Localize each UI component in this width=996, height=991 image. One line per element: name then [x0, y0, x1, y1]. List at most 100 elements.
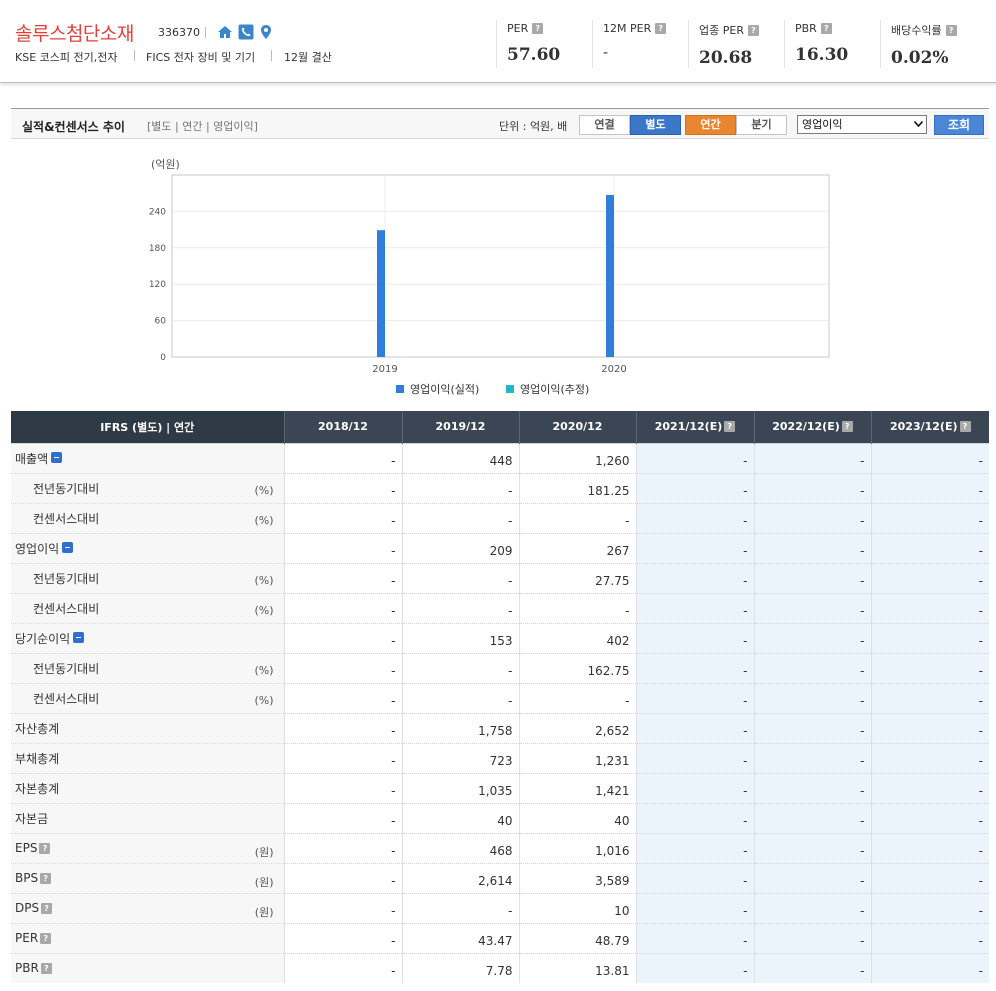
help-icon[interactable]: ? — [959, 421, 971, 433]
row-unit: (%) — [254, 663, 274, 677]
table-cell: - — [635, 592, 754, 623]
table-cell: - — [635, 652, 754, 683]
table-cell: - — [753, 802, 871, 833]
table-cell: - — [870, 772, 989, 803]
help-icon[interactable]: ? — [747, 24, 759, 36]
row-label: PER — [15, 931, 39, 945]
table-cell: 153 — [401, 622, 519, 653]
help-icon[interactable]: ? — [39, 843, 51, 854]
table-row: 영업이익 -209 267- - - — [11, 532, 989, 563]
chevron-down-icon — [914, 121, 923, 127]
table-cell: - — [870, 922, 989, 953]
column-header: 2018/12 — [283, 411, 402, 443]
table-cell: - — [283, 682, 402, 713]
help-icon[interactable]: ? — [532, 23, 544, 34]
legend-label: 영업이익(추정) — [520, 383, 589, 396]
help-icon[interactable]: ? — [820, 23, 832, 34]
table-cell: - — [870, 832, 989, 863]
table-cell: - — [753, 442, 871, 473]
separate-button[interactable]: 별도 — [630, 115, 681, 135]
table-cell: - — [283, 592, 402, 623]
table-cell: - — [283, 802, 402, 833]
row-label: 당기순이익 — [15, 631, 71, 646]
column-header: 2023/12(E)? — [870, 411, 989, 443]
phone-icon[interactable] — [238, 24, 254, 40]
table-cell: - — [518, 592, 636, 623]
table-cell: 40 — [401, 802, 519, 833]
metric-value: - — [603, 45, 609, 61]
row-unit: (%) — [254, 603, 274, 617]
table-cell: - — [753, 832, 871, 863]
help-icon[interactable]: ? — [41, 903, 53, 914]
metric-value: 0.02% — [891, 48, 949, 68]
row-label-cell: 당기순이익 — [11, 622, 284, 653]
table-cell: - — [753, 682, 871, 713]
table-cell: - — [635, 802, 754, 833]
column-header: 2022/12(E)? — [753, 411, 871, 443]
help-icon[interactable]: ? — [945, 24, 957, 36]
table-cell: - — [870, 652, 989, 683]
help-icon[interactable]: ? — [40, 933, 52, 944]
table-row: DPS? (원) - -10- - - — [11, 892, 989, 923]
section-subtitle: [별도 | 연간 | 영업이익] — [147, 120, 258, 133]
annual-button[interactable]: 연간 — [685, 115, 736, 135]
company-header: 솔루스첨단소재 336370 KSE 코스피 전기,전자 FICS 전자 장비 … — [0, 0, 996, 83]
row-unit: (%) — [254, 693, 274, 707]
table-cell: - — [635, 922, 754, 953]
table-row: 자본금 -40 40- - - — [11, 802, 989, 833]
table-cell: - — [635, 742, 754, 773]
table-cell: - — [635, 832, 754, 863]
table-cell: 1,231 — [518, 742, 636, 773]
help-icon[interactable]: ? — [655, 23, 667, 34]
fics-info: FICS 전자 장비 및 기기 — [146, 51, 256, 64]
item-select[interactable]: 영업이익 — [797, 115, 927, 134]
collapse-icon[interactable] — [62, 541, 74, 553]
table-cell: - — [870, 592, 989, 623]
consolidated-button[interactable]: 연결 — [579, 115, 630, 135]
help-icon[interactable]: ? — [40, 873, 52, 884]
divider — [784, 20, 785, 68]
metric-label: 배당수익률 — [891, 24, 942, 37]
table-cell: - — [870, 532, 989, 563]
table-cell: - — [283, 742, 402, 773]
home-icon[interactable] — [217, 24, 233, 40]
location-icon[interactable] — [258, 24, 274, 40]
table-cell: - — [753, 892, 871, 923]
table-row: 전년동기대비 (%) - -181.25- - - — [11, 472, 989, 503]
company-name[interactable]: 솔루스첨단소재 — [15, 19, 134, 46]
table-cell: - — [283, 622, 402, 653]
metric-label: PBR — [795, 22, 817, 35]
table-cell: - — [635, 682, 754, 713]
table-cell: - — [283, 442, 402, 473]
quarter-button[interactable]: 분기 — [736, 115, 787, 135]
table-cell: 162.75 — [518, 652, 636, 683]
table-cell: - — [635, 712, 754, 743]
collapse-icon[interactable] — [51, 451, 63, 463]
table-cell: - — [518, 682, 636, 713]
row-label-cell: EPS? (원) — [11, 832, 284, 863]
table-cell: - — [283, 952, 402, 983]
help-icon[interactable]: ? — [841, 421, 853, 433]
table-cell: - — [870, 742, 989, 773]
metric-dividend-yield: 배당수익률? 0.02% — [891, 22, 957, 68]
row-unit: (%) — [254, 513, 274, 527]
column-header-label: 2020/12 — [552, 420, 603, 434]
help-icon[interactable]: ? — [40, 963, 52, 975]
table-cell: 402 — [518, 622, 636, 653]
table-cell: - — [753, 622, 871, 653]
operating-profit-chart: 0 60 120 180 240 (억원) 2019 2020 영업이익(실적) 영업이익(추정) — [11, 140, 989, 408]
collapse-icon[interactable] — [73, 631, 85, 643]
table-row: 전년동기대비 (%) - -162.75- - - — [11, 652, 989, 683]
help-icon[interactable]: ? — [724, 421, 736, 433]
row-label: 전년동기대비 — [33, 661, 100, 676]
row-label-cell: 자산총계 — [11, 712, 284, 743]
row-label-cell: 영업이익 — [11, 532, 284, 563]
table-cell: 2,614 — [401, 862, 519, 893]
row-label-cell: PER? — [11, 922, 284, 953]
table-cell: - — [753, 712, 871, 743]
plot-area — [171, 174, 830, 358]
search-button[interactable]: 조회 — [934, 115, 984, 135]
table-row: 자본총계 -1,035 1,421- - - — [11, 772, 989, 803]
table-cell: - — [283, 652, 402, 683]
table-cell: - — [283, 562, 402, 593]
